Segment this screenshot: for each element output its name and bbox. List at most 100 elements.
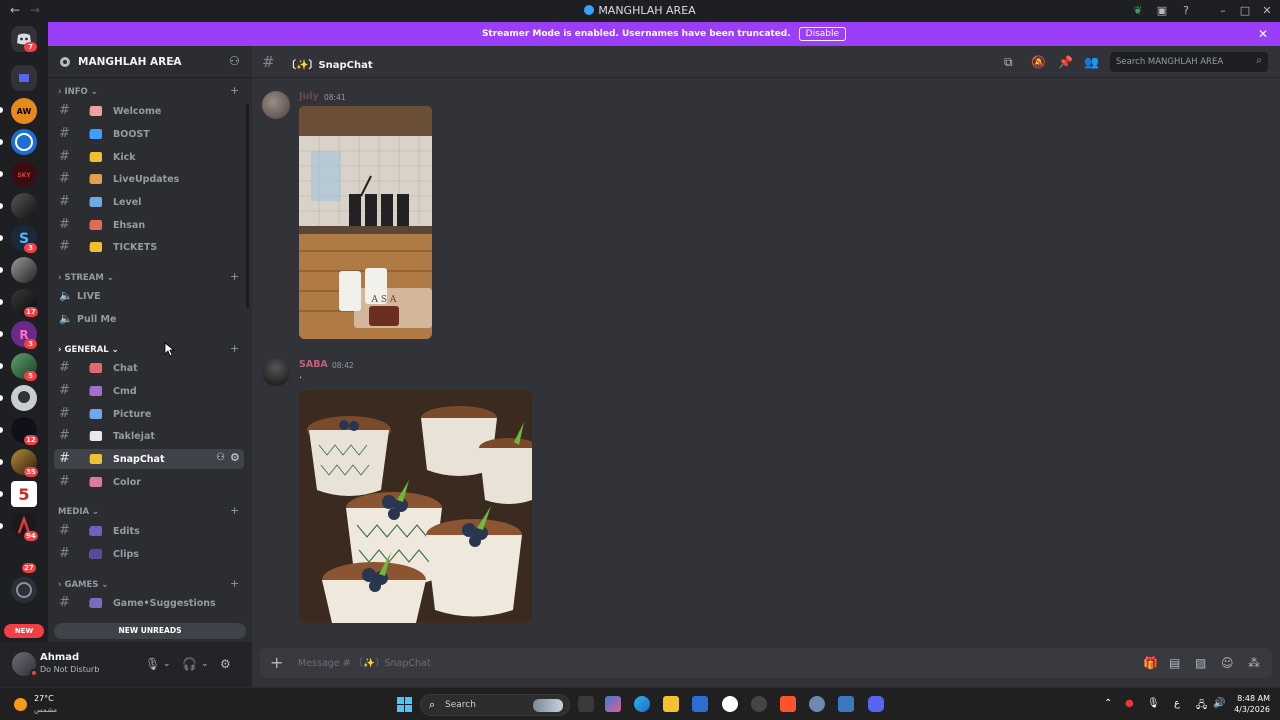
channel-level[interactable]: # 〔 Level	[54, 192, 244, 212]
server-icon-4[interactable]	[11, 193, 37, 219]
username[interactable]: Ahmad	[40, 652, 79, 663]
pin-icon[interactable]: 📌	[1058, 55, 1073, 69]
image-attachment[interactable]: A S A	[299, 106, 432, 339]
headphones-icon[interactable]: 🎧	[182, 657, 197, 671]
close-window-icon[interactable]: ✕	[1260, 4, 1274, 18]
picture-emoji-icon	[90, 409, 102, 419]
help-icon[interactable]: ?	[1179, 4, 1193, 18]
settings-app-icon[interactable]	[809, 696, 825, 712]
message-author[interactable]: July	[299, 91, 319, 102]
channel-picture[interactable]: # 〔 Picture	[54, 404, 244, 424]
emoji-icon[interactable]: ☺	[1221, 656, 1234, 670]
controller-emoji-icon	[90, 598, 102, 608]
app-icon[interactable]	[722, 696, 738, 712]
member-list-icon[interactable]: 👥	[1084, 55, 1099, 69]
category-stream[interactable]: › STREAM ⌄	[58, 273, 114, 283]
search-input[interactable]: Search MANGHLAH AREA ⌕	[1110, 52, 1268, 72]
apps-icon[interactable]: ⁂	[1248, 656, 1260, 670]
chevron-down-icon[interactable]: ⌄	[201, 659, 209, 669]
category-general[interactable]: › GENERAL ⌄	[58, 345, 119, 355]
system-clock[interactable]: 8:48 AM 4/3/2026	[1226, 693, 1270, 715]
sidebar-scrollbar[interactable]	[246, 104, 249, 308]
close-banner-icon[interactable]: ✕	[1258, 27, 1268, 41]
invite-icon[interactable]: ⚇	[216, 452, 225, 463]
brave-browser-icon[interactable]	[780, 696, 796, 712]
channel-clips[interactable]: # 〔 Clips	[54, 544, 244, 564]
store-icon[interactable]	[692, 696, 708, 712]
message-author[interactable]: SABA	[299, 359, 328, 370]
speaker-icon: 🔈	[59, 289, 73, 302]
channel-color[interactable]: # 〔 Color	[54, 472, 244, 492]
create-channel-icon[interactable]: +	[230, 577, 239, 590]
windows-start-icon[interactable]	[397, 697, 413, 713]
file-explorer-icon[interactable]	[663, 696, 679, 712]
channel-game-suggestions[interactable]: # 〔 Game•Suggestions	[54, 593, 244, 613]
new-unreads-bar[interactable]: NEW UNREADS	[54, 623, 246, 639]
category-games[interactable]: › GAMES ⌄	[58, 580, 109, 590]
server-icon-10[interactable]	[11, 385, 37, 411]
create-channel-icon[interactable]: +	[230, 270, 239, 283]
channel-liveupdates[interactable]: # 〔 LiveUpdates	[54, 169, 244, 189]
volume-icon[interactable]: 🔊	[1213, 698, 1225, 709]
edge-browser-icon[interactable]	[634, 696, 650, 712]
minimize-icon[interactable]: –	[1216, 4, 1230, 18]
channel-welcome[interactable]: # 〔 Welcome	[54, 101, 244, 121]
disable-streamer-button[interactable]: Disable	[798, 27, 847, 41]
category-info[interactable]: › INFO ⌄	[58, 87, 98, 97]
threads-icon[interactable]: ⧉	[1004, 55, 1013, 70]
new-unreads-pill[interactable]: NEW	[4, 624, 44, 638]
channel-ehsan[interactable]: # 〔 Ehsan	[54, 215, 244, 235]
gif-icon[interactable]: ▤	[1169, 656, 1180, 670]
network-icon[interactable]: 🖧	[1196, 698, 1207, 715]
maximize-icon[interactable]: □	[1238, 4, 1252, 18]
voice-channel-pull-me[interactable]: 🔈 Pull Me	[54, 309, 244, 329]
gift-icon[interactable]: 🎁	[1143, 656, 1158, 670]
avatar[interactable]	[262, 91, 290, 119]
server-icon-3[interactable]: SKY	[11, 161, 37, 187]
input-language[interactable]: ع	[1174, 698, 1180, 709]
nitro-leaf-icon[interactable]: ❦	[1131, 4, 1145, 18]
sun-weather-icon[interactable]	[14, 698, 27, 711]
server-icon-2[interactable]	[11, 129, 37, 155]
channel-cmd[interactable]: # 〔 Cmd	[54, 381, 244, 401]
add-attachment-icon[interactable]: +	[270, 653, 283, 672]
voice-channel-live[interactable]: 🔈 LIVE	[54, 286, 244, 306]
server-header[interactable]: MANGHLAH AREA ⌄ ⚇	[48, 46, 252, 78]
tray-microphone-icon[interactable]: 🎙	[1147, 698, 1160, 709]
server-folder[interactable]	[11, 65, 37, 91]
channel-settings-gear-icon[interactable]: ⚙	[230, 451, 240, 464]
server-icon-1[interactable]: AW	[11, 98, 37, 124]
server-icon-13[interactable]: 5	[11, 481, 37, 507]
inbox-icon[interactable]: ▣	[1155, 4, 1169, 18]
chevron-down-icon[interactable]: ⌄	[163, 659, 171, 669]
tray-app-icon[interactable]: ●	[1125, 698, 1134, 709]
task-view-icon[interactable]	[578, 696, 594, 712]
message-input[interactable]	[298, 655, 1098, 671]
server-icon-15[interactable]	[11, 577, 37, 603]
widgets-icon[interactable]	[605, 696, 621, 712]
avatar[interactable]	[262, 358, 290, 386]
user-settings-gear-icon[interactable]: ⚙	[220, 657, 231, 671]
channel-snapchat[interactable]: # 〔 SnapChat ⚇ ⚙	[54, 449, 244, 469]
invite-people-icon[interactable]: ⚇	[229, 54, 240, 68]
image-attachment[interactable]	[299, 390, 532, 623]
channel-tickets[interactable]: # 〔 TICKETS	[54, 237, 244, 257]
steam-icon[interactable]	[751, 696, 767, 712]
channel-kick[interactable]: # 〔 Kick	[54, 147, 244, 167]
channel-taklejat[interactable]: # 〔 Taklejat	[54, 426, 244, 446]
notification-bell-muted-icon[interactable]: 🔕	[1031, 55, 1046, 69]
sticker-icon[interactable]: ▧	[1195, 656, 1206, 670]
create-channel-icon[interactable]: +	[230, 504, 239, 517]
microphone-icon[interactable]: 🎙	[145, 657, 160, 671]
create-channel-icon[interactable]: +	[230, 342, 239, 355]
taskbar-search[interactable]: ⌕ Search	[420, 694, 570, 716]
channel-edits[interactable]: # 〔 Edits	[54, 521, 244, 541]
channel-boost[interactable]: # 〔 BOOST	[54, 124, 244, 144]
channel-chat[interactable]: # 〔 Chat	[54, 358, 244, 378]
tray-overflow-icon[interactable]: ⌃	[1104, 698, 1112, 709]
server-icon-6[interactable]	[11, 257, 37, 283]
create-channel-icon[interactable]: +	[230, 84, 239, 97]
discord-taskbar-icon[interactable]	[868, 696, 884, 712]
category-media[interactable]: MEDIA ⌄	[58, 507, 99, 517]
photos-app-icon[interactable]	[838, 696, 854, 712]
